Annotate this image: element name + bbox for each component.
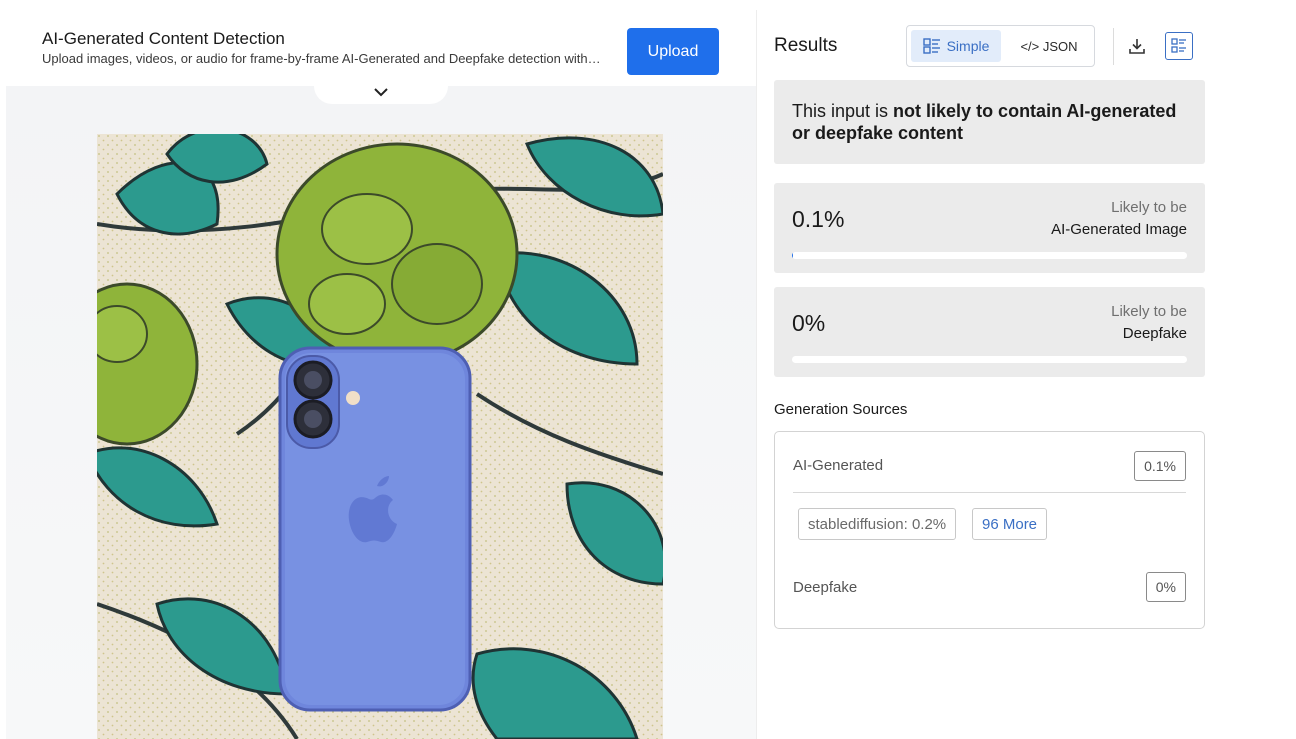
results-title: Results <box>774 35 838 56</box>
deepfake-label: Deepfake <box>793 579 858 596</box>
panel-divider <box>756 10 757 739</box>
uploaded-image-preview <box>97 134 663 739</box>
section-divider <box>793 492 1186 493</box>
score-value: 0% <box>792 310 826 336</box>
ai-generated-badge: 0.1% <box>1134 451 1186 481</box>
score-bar <box>792 356 1187 363</box>
list-detail-icon <box>1171 38 1186 53</box>
score-label-bottom: Deepfake <box>1122 325 1187 342</box>
score-label-top: Likely to be <box>1111 199 1187 216</box>
tab-simple-label: Simple <box>946 38 990 54</box>
more-sources-button[interactable]: 96 More <box>972 508 1048 540</box>
tab-json[interactable]: </> JSON <box>1007 30 1091 62</box>
score-bar <box>792 252 1187 259</box>
chevron-down-icon <box>374 88 388 97</box>
detail-view-button[interactable] <box>1165 32 1193 60</box>
toolbar-separator <box>1113 28 1114 65</box>
download-icon <box>1129 39 1145 54</box>
ai-generated-label: AI-Generated <box>793 457 884 474</box>
view-toggle: Simple </> JSON <box>906 25 1095 67</box>
upload-button[interactable]: Upload <box>627 28 719 75</box>
score-card-deepfake: 0% Likely to be Deepfake <box>774 287 1205 377</box>
left-panel: AI-Generated Content Detection Upload im… <box>0 0 756 739</box>
verdict-prefix: This input is <box>792 101 894 121</box>
score-label-bottom: AI-Generated Image <box>1051 221 1187 238</box>
tab-simple[interactable]: Simple <box>911 30 1001 62</box>
phone-on-fabric-image <box>97 134 663 739</box>
score-value: 0.1% <box>792 206 845 232</box>
tab-json-label: </> JSON <box>1020 38 1078 54</box>
collapse-toggle[interactable] <box>314 86 448 104</box>
verdict-box: This input is not likely to contain AI-g… <box>774 80 1205 164</box>
page-title: AI-Generated Content Detection <box>42 29 285 48</box>
generation-sources-title: Generation Sources <box>774 401 908 418</box>
deepfake-badge: 0% <box>1145 572 1186 602</box>
page-subtitle: Upload images, videos, or audio for fram… <box>42 51 601 66</box>
generation-sources-panel: AI-Generated 0.1% stablediffusion: 0.2% … <box>774 431 1205 629</box>
page-header: AI-Generated Content Detection Upload im… <box>0 0 756 86</box>
source-chip: stablediffusion: 0.2% <box>798 508 957 540</box>
score-label-top: Likely to be <box>1111 303 1187 320</box>
score-card-ai-generated: 0.1% Likely to be AI-Generated Image <box>774 183 1205 273</box>
layout-list-icon <box>922 38 940 54</box>
download-button[interactable] <box>1124 33 1150 59</box>
